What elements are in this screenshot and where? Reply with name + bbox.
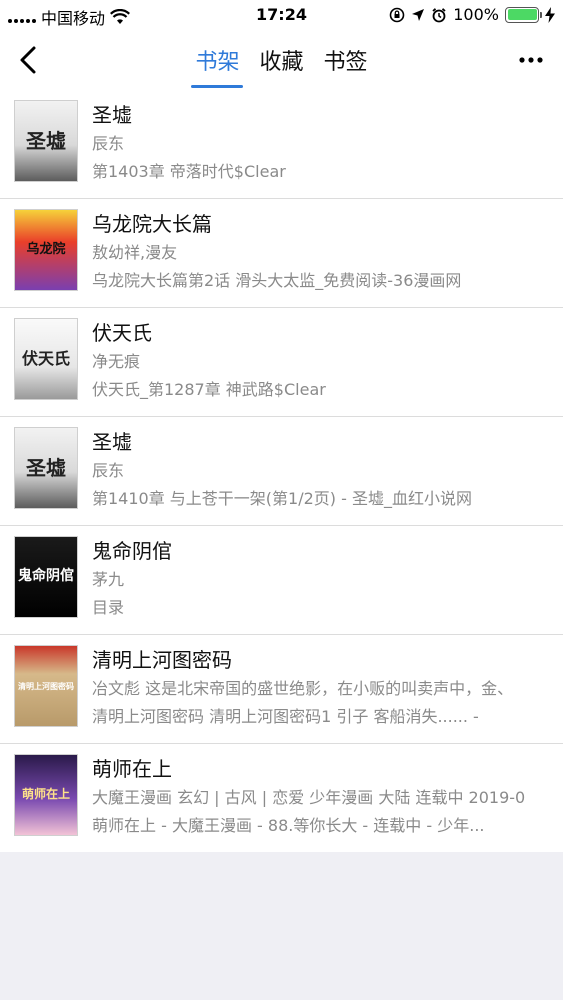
book-row[interactable]: 鬼命阴倌 鬼命阴倌 茅九 目录: [0, 526, 563, 635]
book-list: 圣墟 圣墟 辰东 第1403章 帝落时代$Clear 乌龙院 乌龙院大长篇 敖幼…: [0, 90, 563, 852]
cover-title: 萌师在上: [21, 787, 70, 802]
more-dots-icon: [519, 57, 543, 63]
book-row[interactable]: 清明上河图密码 清明上河图密码 冶文彪 这是北宋帝国的盛世绝影，在小贩的叫卖声中…: [0, 635, 563, 744]
book-latest-chapter: 第1403章 帝落时代$Clear: [92, 162, 286, 181]
book-title: 乌龙院大长篇: [92, 212, 212, 236]
status-bar: 中国移动 17:24 100%: [0, 0, 563, 30]
cover-title: 乌龙院: [26, 241, 66, 257]
cover-title: 圣墟: [26, 129, 66, 153]
book-row[interactable]: 乌龙院 乌龙院大长篇 敖幼祥,漫友 乌龙院大长篇第2话 滑头大太监_免费阅读-3…: [0, 199, 563, 308]
location-icon: [412, 8, 425, 21]
battery-percent: 100%: [453, 5, 499, 24]
cover-title: 圣墟: [26, 456, 66, 480]
book-title: 伏天氏: [92, 321, 152, 345]
battery-level: [507, 9, 537, 20]
cover-title: 鬼命阴倌: [18, 568, 74, 585]
book-title: 鬼命阴倌: [92, 539, 172, 563]
book-latest-chapter: 清明上河图密码 清明上河图密码1 引子 客船消失...... -: [92, 707, 479, 726]
book-latest-chapter: 萌师在上 - 大魔王漫画 - 88.等你长大 - 连载中 - 少年...: [92, 816, 485, 835]
book-title: 圣墟: [92, 103, 132, 127]
bookshelf-screen: 中国移动 17:24 100% 书架 收藏 书签 圣墟 圣墟 辰东 第1403章…: [0, 0, 563, 1000]
book-title: 圣墟: [92, 430, 132, 454]
book-info: 圣墟 辰东 第1403章 帝落时代$Clear: [92, 100, 563, 182]
book-author: 冶文彪 这是北宋帝国的盛世绝影，在小贩的叫卖声中，金、: [92, 679, 514, 698]
book-cover: 清明上河图密码: [14, 645, 78, 727]
battery-icon: [505, 6, 542, 23]
book-row[interactable]: 伏天氏 伏天氏 净无痕 伏天氏_第1287章 神武路$Clear: [0, 308, 563, 417]
cover-title: 清明上河图密码: [18, 680, 74, 691]
tab-bookmarks[interactable]: 书签: [322, 42, 370, 86]
book-author: 茅九: [92, 570, 125, 589]
book-cover: 圣墟: [14, 427, 78, 509]
book-info: 萌师在上 大魔王漫画 玄幻 | 古风 | 恋爱 少年漫画 大陆 连载中 2019…: [92, 754, 563, 836]
book-row[interactable]: 圣墟 圣墟 辰东 第1403章 帝落时代$Clear: [0, 90, 563, 199]
book-info: 伏天氏 净无痕 伏天氏_第1287章 神武路$Clear: [92, 318, 563, 400]
charging-icon: [545, 6, 555, 23]
book-author: 净无痕: [92, 352, 141, 371]
book-latest-chapter: 乌龙院大长篇第2话 滑头大太监_免费阅读-36漫画网: [92, 271, 462, 290]
book-info: 圣墟 辰东 第1410章 与上苍干一架(第1/2页) - 圣墟_血红小说网: [92, 427, 563, 509]
tab-favorites[interactable]: 收藏: [257, 42, 305, 86]
book-cover: 伏天氏: [14, 318, 78, 400]
status-bar-right: 100%: [389, 5, 555, 24]
book-row[interactable]: 萌师在上 萌师在上 大魔王漫画 玄幻 | 古风 | 恋爱 少年漫画 大陆 连载中…: [0, 744, 563, 852]
book-author: 辰东: [92, 461, 125, 480]
book-author: 大魔王漫画 玄幻 | 古风 | 恋爱 少年漫画 大陆 连载中 2019-0: [92, 788, 526, 807]
book-cover: 圣墟: [14, 100, 78, 182]
more-button[interactable]: [513, 42, 549, 78]
book-row[interactable]: 圣墟 圣墟 辰东 第1410章 与上苍干一架(第1/2页) - 圣墟_血红小说网: [0, 417, 563, 526]
tab-bar: 书架 收藏 书签: [0, 42, 563, 88]
book-title: 清明上河图密码: [92, 648, 232, 672]
book-cover: 鬼命阴倌: [14, 536, 78, 618]
orientation-lock-icon: [389, 7, 405, 22]
book-info: 乌龙院大长篇 敖幼祥,漫友 乌龙院大长篇第2话 滑头大太监_免费阅读-36漫画网: [92, 209, 563, 291]
book-info: 鬼命阴倌 茅九 目录: [92, 536, 563, 618]
book-info: 清明上河图密码 冶文彪 这是北宋帝国的盛世绝影，在小贩的叫卖声中，金、 清明上河…: [92, 645, 563, 727]
book-cover: 乌龙院: [14, 209, 78, 291]
alarm-icon: [432, 7, 446, 22]
book-cover: 萌师在上: [14, 754, 78, 836]
nav-bar: 书架 收藏 书签: [0, 30, 563, 90]
book-author: 敖幼祥,漫友: [92, 243, 178, 262]
book-latest-chapter: 目录: [92, 598, 125, 617]
book-latest-chapter: 伏天氏_第1287章 神武路$Clear: [92, 380, 326, 399]
tab-bookshelf[interactable]: 书架: [191, 42, 244, 88]
book-title: 萌师在上: [92, 757, 172, 781]
book-latest-chapter: 第1410章 与上苍干一架(第1/2页) - 圣墟_血红小说网: [92, 489, 472, 508]
book-author: 辰东: [92, 134, 125, 153]
cover-title: 伏天氏: [21, 349, 70, 369]
